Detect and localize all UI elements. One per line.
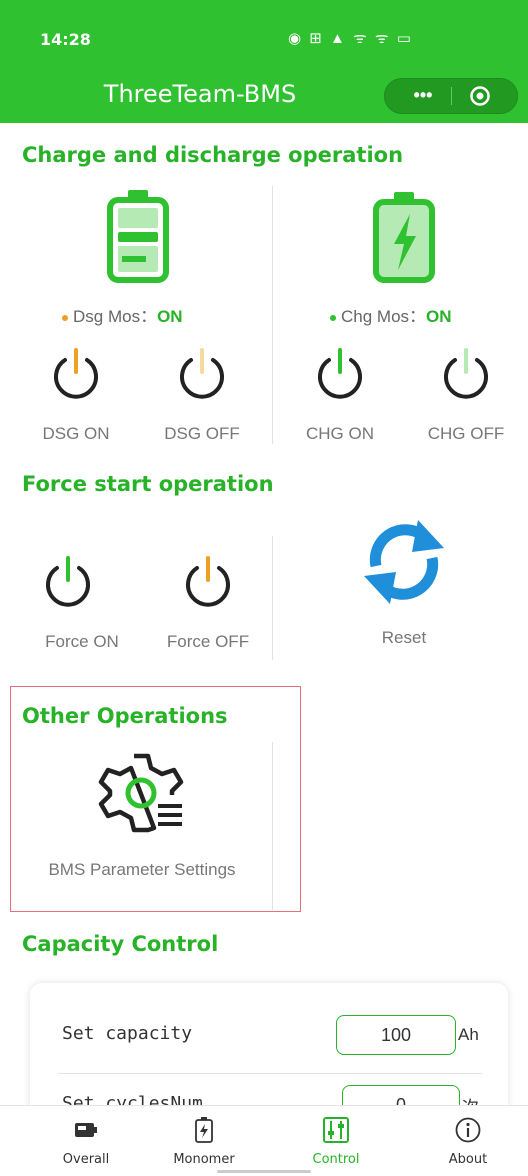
more-button[interactable]: ••• <box>403 83 443 109</box>
force-section-title: Force start operation <box>22 472 274 496</box>
bms-settings-label[interactable]: BMS Parameter Settings <box>22 860 262 880</box>
mini-program-capsule: ••• <box>384 78 518 114</box>
force-on-label[interactable]: Force ON <box>22 632 142 652</box>
dsg-mos-status: Dsg Mos：ON <box>62 302 183 327</box>
dsg-off-label[interactable]: DSG OFF <box>142 424 262 444</box>
dsg-on-power-icon[interactable] <box>48 346 104 402</box>
dsg-off-power-icon[interactable] <box>174 346 230 402</box>
tab-overall[interactable]: Overall <box>36 1106 136 1176</box>
capsule-divider <box>451 87 452 105</box>
tab-control[interactable]: Control <box>286 1106 386 1176</box>
chg-status-dot <box>330 314 336 321</box>
tab-control-label: Control <box>312 1152 360 1167</box>
charge-section-title: Charge and discharge operation <box>22 143 404 167</box>
other-section-title: Other Operations <box>22 704 228 728</box>
tab-about-label: About <box>448 1152 488 1167</box>
set-capacity-label: Set capacity <box>62 1023 193 1044</box>
chg-off-power-icon[interactable] <box>438 346 494 402</box>
bottom-tab-bar: Overall Monomer Control About <box>0 1105 528 1176</box>
tab-overall-label: Overall <box>62 1152 110 1167</box>
charge-battery-icon <box>373 192 435 283</box>
force-off-label[interactable]: Force OFF <box>148 632 268 652</box>
sliders-control-icon <box>323 1117 349 1143</box>
dsg-mos-label: Dsg Mos： <box>73 307 158 326</box>
chg-mos-value: ON <box>426 307 452 326</box>
chg-mos-label: Chg Mos： <box>341 307 427 326</box>
app-header: 14:28 ◉ ⊞ ▲ ᯤ ᯤ ▭ ThreeTeam-BMS ••• <box>0 0 528 123</box>
discharge-battery-icon <box>107 190 169 283</box>
status-icons: ◉ ⊞ ▲ ᯤ ᯤ ▭ <box>288 30 413 47</box>
chg-mos-status: Chg Mos：ON <box>330 302 452 327</box>
home-indicator <box>217 1170 311 1173</box>
dsg-status-dot <box>62 314 68 321</box>
chg-on-power-icon[interactable] <box>312 346 368 402</box>
capacity-unit: Ah <box>458 1025 479 1044</box>
other-divider <box>272 742 273 910</box>
tab-monomer[interactable]: Monomer <box>154 1106 254 1176</box>
tab-monomer-label: Monomer <box>173 1152 235 1167</box>
dsg-mos-value: ON <box>157 307 183 326</box>
capacity-input[interactable]: 100 <box>336 1015 456 1055</box>
force-on-power-icon[interactable] <box>40 554 96 610</box>
dsg-on-label[interactable]: DSG ON <box>16 424 136 444</box>
tab-about[interactable]: About <box>418 1106 518 1176</box>
info-icon <box>455 1117 481 1143</box>
cell-battery-icon <box>195 1117 213 1143</box>
battery-overview-icon <box>75 1123 97 1137</box>
status-time: 14:28 <box>40 30 91 49</box>
reset-refresh-icon[interactable] <box>356 514 452 610</box>
close-circle-icon[interactable] <box>469 85 491 107</box>
capacity-section-title: Capacity Control <box>22 932 219 956</box>
settings-gear-icon[interactable] <box>96 748 186 838</box>
card-row-divider <box>58 1073 482 1074</box>
chg-on-label[interactable]: CHG ON <box>280 424 400 444</box>
reset-label[interactable]: Reset <box>344 628 464 648</box>
chg-off-label[interactable]: CHG OFF <box>406 424 526 444</box>
page-title: ThreeTeam-BMS <box>103 80 297 108</box>
status-bar: 14:28 ◉ ⊞ ▲ ᯤ ᯤ ▭ <box>0 0 528 68</box>
charge-divider <box>272 186 273 444</box>
force-divider <box>272 536 273 660</box>
force-off-power-icon[interactable] <box>180 554 236 610</box>
